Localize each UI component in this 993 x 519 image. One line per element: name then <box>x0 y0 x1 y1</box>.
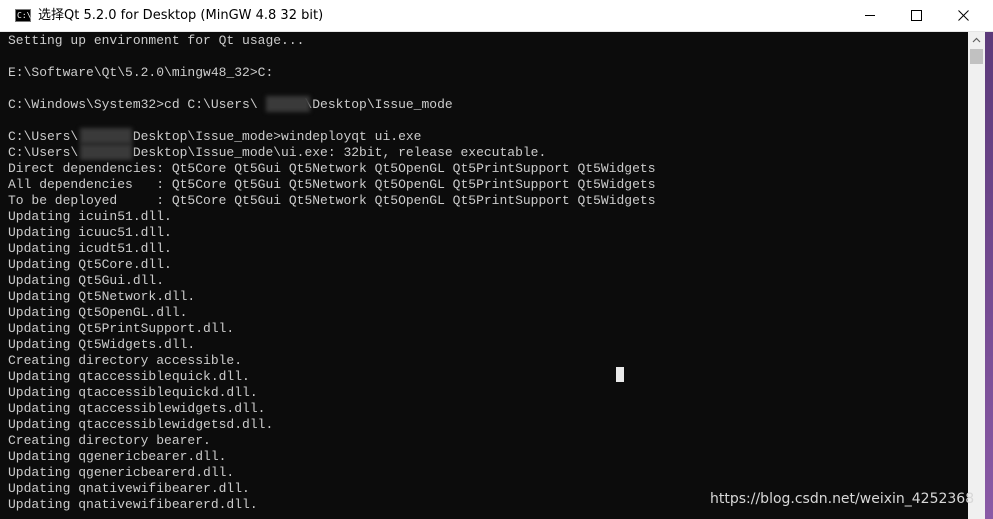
chevron-up-icon <box>972 37 981 43</box>
console-line: Updating qtaccessiblequickd.dll. <box>8 385 258 400</box>
console-line: Updating qgenericbearer.dll. <box>8 449 227 464</box>
console-line: Updating qgenericbearerd.dll. <box>8 465 235 480</box>
console-line: Updating Qt5OpenGL.dll. <box>8 305 188 320</box>
console-line: Updating Qt5Gui.dll. <box>8 273 165 288</box>
console-line: Creating directory accessible. <box>8 353 243 368</box>
console-line: C:\Windows\System32>cd C:\Users\ \Deskto… <box>8 97 453 112</box>
window-title: 选择Qt 5.2.0 for Desktop (MinGW 4.8 32 bit… <box>38 8 324 23</box>
maximize-icon <box>911 10 922 21</box>
close-button[interactable] <box>940 0 986 31</box>
console-line: To be deployed : Qt5Core Qt5Gui Qt5Netwo… <box>8 193 656 208</box>
cmd-icon[interactable]: C:\ <box>15 9 31 22</box>
close-icon <box>958 10 969 21</box>
console-line: Creating directory bearer. <box>8 433 211 448</box>
redacted-username <box>80 144 132 160</box>
text-cursor <box>616 367 624 382</box>
console-line: Updating qtaccessiblewidgets.dll. <box>8 401 266 416</box>
console-line: Updating qnativewifibearer.dll. <box>8 481 250 496</box>
console-line: Updating Qt5Widgets.dll. <box>8 337 196 352</box>
console-output[interactable]: Setting up environment for Qt usage... E:… <box>0 32 968 519</box>
console-window: C:\ 选择Qt 5.2.0 for Desktop (MinGW 4.8 32… <box>0 0 993 519</box>
console-line: Updating qtaccessiblequick.dll. <box>8 369 250 384</box>
minimize-icon <box>865 15 875 16</box>
desktop-background <box>985 32 993 519</box>
console-line: Updating icuin51.dll. <box>8 209 172 224</box>
redacted-username <box>80 128 132 144</box>
console-line: Updating Qt5PrintSupport.dll. <box>8 321 235 336</box>
scroll-up-button[interactable] <box>968 32 985 49</box>
console-line: Direct dependencies: Qt5Core Qt5Gui Qt5N… <box>8 161 656 176</box>
console-line: Updating Qt5Core.dll. <box>8 257 172 272</box>
vertical-scrollbar[interactable] <box>968 32 985 519</box>
cmd-icon-glyph: C:\ <box>17 11 32 20</box>
console-line: Updating qtaccessiblewidgetsd.dll. <box>8 417 274 432</box>
title-bar[interactable]: C:\ 选择Qt 5.2.0 for Desktop (MinGW 4.8 32… <box>0 0 993 32</box>
console-line: All dependencies : Qt5Core Qt5Gui Qt5Net… <box>8 177 656 192</box>
watermark-text: https://blog.csdn.net/weixin_4252368 <box>710 491 975 507</box>
console-line: Updating icudt51.dll. <box>8 241 172 256</box>
console-line: Setting up environment for Qt usage... <box>8 33 305 48</box>
console-line: C:\Users\ Desktop\Issue_mode>windeployqt… <box>8 129 422 144</box>
redacted-username <box>266 96 310 112</box>
console-line: E:\Software\Qt\5.2.0\mingw48_32>C: <box>8 65 274 80</box>
minimize-button[interactable] <box>847 0 893 31</box>
maximize-button[interactable] <box>893 0 939 31</box>
scroll-thumb[interactable] <box>970 49 983 64</box>
console-line: Updating qnativewifibearerd.dll. <box>8 497 258 512</box>
console-line: Updating icuuc51.dll. <box>8 225 172 240</box>
console-line: Updating Qt5Network.dll. <box>8 289 196 304</box>
